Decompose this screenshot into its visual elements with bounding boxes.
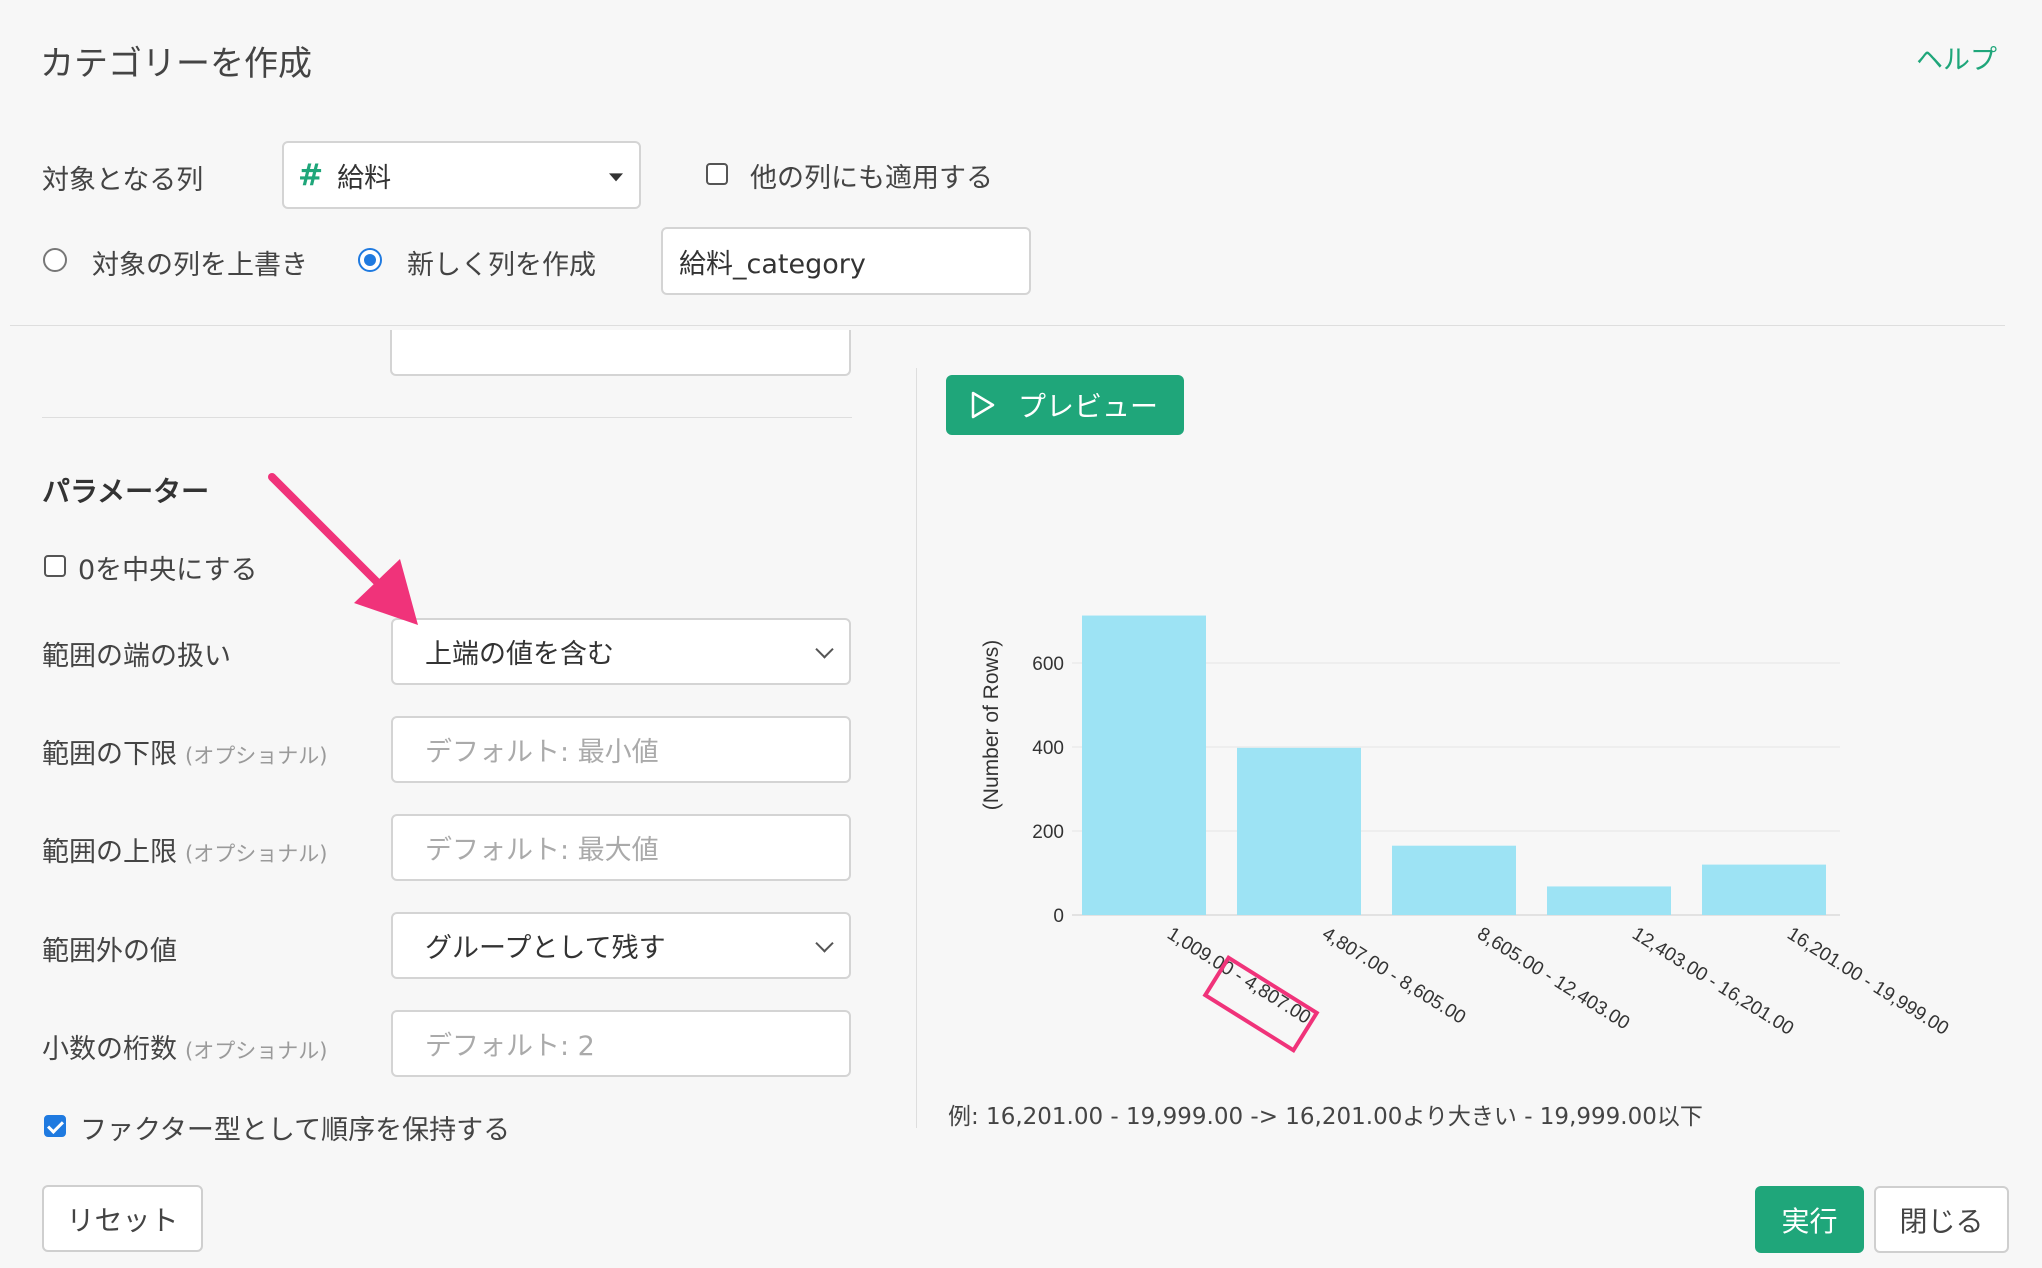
x-tick-label: 12,403.00 - 16,201.00 (1628, 923, 1797, 1039)
y-tick-label: 0 (1053, 906, 1064, 927)
caret-down-icon (609, 173, 623, 182)
target-column-select[interactable]: # 給料 (282, 141, 641, 209)
x-tick-label: 4,807.00 - 8,605.00 (1318, 923, 1469, 1028)
new-column-radio[interactable] (358, 248, 382, 272)
bar (1082, 615, 1206, 915)
play-icon (971, 391, 995, 419)
upper-optional-hint: (オプショナル) (185, 842, 328, 866)
decimals-label: 小数の桁数 (オプショナル) (42, 1027, 327, 1066)
highlight-annotation-box (1202, 955, 1320, 1053)
pink-arrow-icon (268, 473, 418, 625)
example-text: 例: 16,201.00 - 19,999.00 -> 16,201.00より大… (948, 1104, 1703, 1130)
upper-limit-label-text: 範囲の上限 (42, 837, 177, 868)
new-column-name-value: 給料_category (679, 248, 866, 280)
parameters-heading: パラメーター (42, 475, 210, 508)
run-button[interactable]: 実行 (1755, 1186, 1864, 1253)
numeric-column-icon: # (298, 157, 324, 193)
target-column-value: 給料 (337, 162, 392, 194)
bar (1392, 845, 1516, 915)
outside-values-label: 範囲外の値 (42, 936, 177, 967)
pane-divider (916, 368, 917, 1128)
lower-limit-input[interactable]: デフォルト: 最小値 (391, 716, 851, 783)
apply-other-checkbox[interactable] (706, 163, 728, 185)
decimals-label-text: 小数の桁数 (42, 1034, 177, 1065)
lower-optional-hint: (オプショナル) (185, 744, 328, 768)
close-button[interactable]: 閉じる (1874, 1186, 2009, 1253)
decimals-placeholder: デフォルト: 2 (425, 1031, 595, 1062)
overwrite-label: 対象の列を上書き (92, 250, 308, 281)
header-divider (10, 325, 2005, 326)
overwrite-radio[interactable] (43, 248, 67, 272)
range-edge-select[interactable]: 上端の値を含む (391, 618, 851, 685)
chevron-down-icon (815, 639, 834, 659)
factor-order-checkbox[interactable] (44, 1115, 66, 1137)
new-column-label: 新しく列を作成 (407, 250, 596, 281)
outside-values-value: グループとして残す (425, 933, 666, 964)
outside-values-select[interactable]: グループとして残す (391, 912, 851, 979)
y-tick-label: 200 (1032, 822, 1064, 843)
y-axis-label: (Number of Rows) (980, 640, 1003, 810)
center-zero-label: 0を中央にする (78, 555, 258, 586)
bar (1547, 886, 1671, 915)
preview-button-label: プレビュー (1018, 390, 1159, 423)
apply-other-label: 他の列にも適用する (750, 163, 993, 194)
factor-order-label: ファクター型として順序を保持する (80, 1115, 511, 1146)
section-divider (42, 417, 852, 418)
upper-limit-label: 範囲の上限 (オプショナル) (42, 830, 327, 869)
dialog-title: カテゴリーを作成 (40, 44, 312, 84)
preview-button[interactable]: プレビュー (946, 375, 1184, 435)
previous-field-bottom[interactable] (390, 330, 851, 376)
x-tick-label: 16,201.00 - 19,999.00 (1783, 923, 1952, 1039)
histogram-chart: 0 200 400 600 1,009.00 - 4,807.00 4,807.00 -… (980, 615, 1952, 1053)
y-tick-label: 600 (1032, 654, 1064, 675)
x-tick-label: 1,009.00 - 4,807.00 (1163, 923, 1314, 1028)
help-link[interactable]: ヘルプ (1916, 38, 1997, 77)
reset-button[interactable]: リセット (42, 1185, 203, 1252)
bar (1702, 864, 1826, 915)
bar (1237, 747, 1361, 915)
lower-limit-placeholder: デフォルト: 最小値 (425, 737, 659, 768)
lower-limit-label: 範囲の下限 (オプショナル) (42, 732, 327, 771)
chevron-down-icon (815, 933, 834, 953)
target-column-label: 対象となる列 (42, 165, 204, 196)
range-edge-value: 上端の値を含む (425, 639, 614, 670)
upper-limit-input[interactable]: デフォルト: 最大値 (391, 814, 851, 881)
upper-limit-placeholder: デフォルト: 最大値 (425, 835, 659, 866)
decimals-optional-hint: (オプショナル) (185, 1039, 328, 1063)
decimals-input[interactable]: デフォルト: 2 (391, 1010, 851, 1077)
range-edge-label: 範囲の端の扱い (42, 641, 231, 672)
new-column-name-input[interactable]: 給料_category (661, 227, 1031, 295)
y-tick-label: 400 (1032, 738, 1064, 759)
lower-limit-label-text: 範囲の下限 (42, 739, 177, 770)
center-zero-checkbox[interactable] (44, 555, 66, 577)
x-tick-label: 8,605.00 - 12,403.00 (1473, 923, 1633, 1034)
